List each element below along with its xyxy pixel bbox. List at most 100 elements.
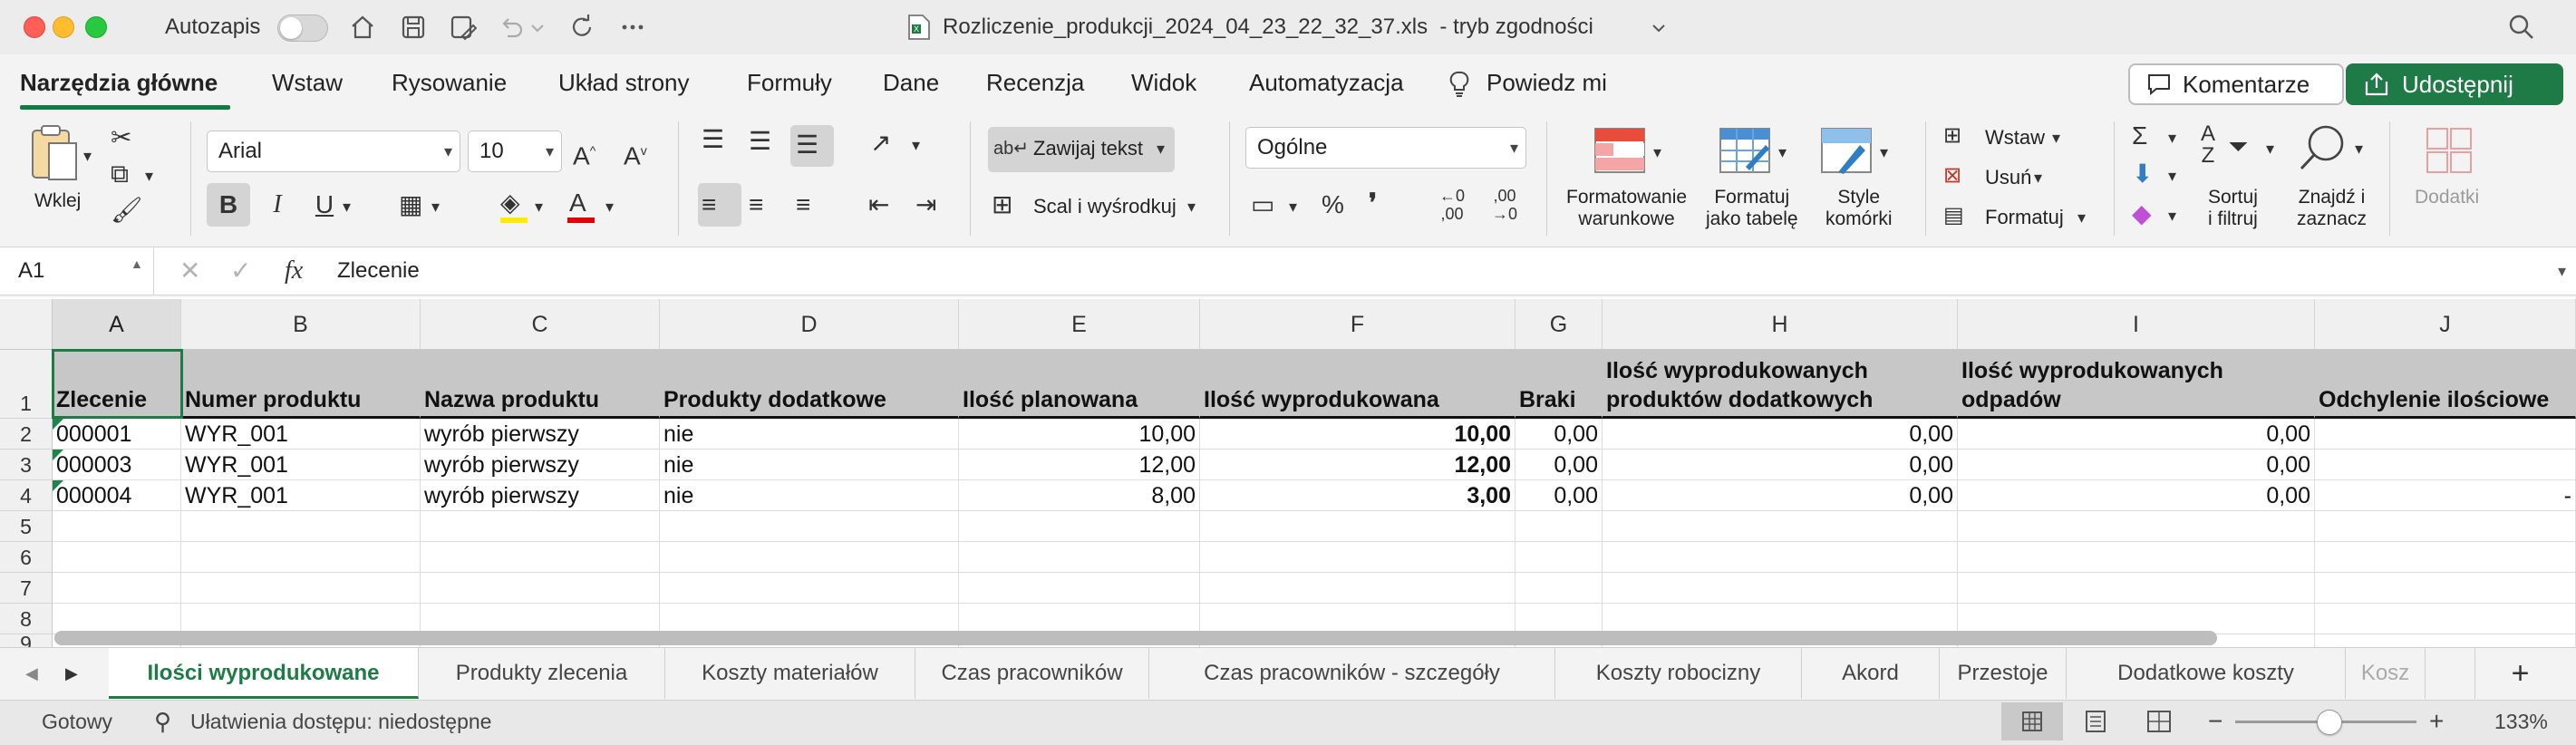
font-color-dropdown-icon[interactable]: ▾ [605, 190, 614, 223]
font-color-icon[interactable]: A [569, 187, 586, 219]
insert-cells-dropdown-icon[interactable]: ▾ [2052, 121, 2060, 154]
header-cell[interactable]: Nazwa produktu [421, 350, 660, 419]
delete-cells-label[interactable]: Usuń [1985, 167, 2031, 189]
align-left-icon[interactable]: ≡ [702, 189, 716, 221]
cancel-formula-icon[interactable]: ✕ [179, 247, 200, 295]
spreadsheet-grid[interactable]: A B C D E F G H I J 1 2 3 4 5 6 7 8 9 Zlecenie Numer produkt… [0, 297, 2576, 647]
clear-dropdown-icon[interactable]: ▾ [2168, 199, 2176, 232]
row-header-1[interactable]: 1 [0, 350, 53, 419]
table-cell[interactable]: 0,00 [1958, 450, 2315, 480]
tab-data[interactable]: Dane [883, 67, 939, 98]
empty-cell[interactable] [959, 542, 1200, 573]
empty-cell[interactable] [660, 511, 959, 542]
error-indicator-icon[interactable] [53, 480, 63, 491]
empty-cell[interactable] [1200, 573, 1516, 604]
header-cell[interactable]: Ilość planowana [959, 350, 1200, 419]
empty-cell[interactable] [660, 573, 959, 604]
table-cell[interactable]: 000003 [53, 450, 181, 480]
font-size-select[interactable]: 10 ▾ [468, 131, 562, 172]
format-painter-icon[interactable]: 🖌 [111, 194, 143, 227]
row-header-7[interactable]: 7 [0, 573, 53, 604]
empty-cell[interactable] [1603, 604, 1958, 634]
tab-automate[interactable]: Automatyzacja [1249, 67, 1404, 98]
empty-cell[interactable] [1603, 573, 1958, 604]
empty-cell[interactable] [181, 573, 421, 604]
number-format-select[interactable]: Ogólne ▾ [1245, 127, 1526, 169]
delete-cells-icon[interactable]: ⊠ [1943, 160, 1961, 192]
table-cell[interactable]: wyrób pierwszy [421, 480, 660, 511]
header-cell[interactable]: Ilość wyprodukowana [1200, 350, 1516, 419]
sheet-tab[interactable]: Ilości wyprodukowane [109, 648, 419, 699]
fill-dropdown-icon[interactable]: ▾ [2168, 160, 2176, 192]
borders-dropdown-icon[interactable]: ▾ [431, 190, 440, 223]
decrease-font-icon[interactable]: Av [624, 134, 647, 172]
table-cell[interactable] [2315, 419, 2576, 450]
table-cell[interactable]: 12,00 [1200, 450, 1516, 480]
column-header-d[interactable]: D [660, 299, 959, 350]
next-sheet-icon[interactable]: ▶ [65, 648, 78, 699]
row-header-2[interactable]: 2 [0, 419, 53, 450]
page-break-view-button[interactable] [2128, 702, 2190, 740]
empty-cell[interactable] [1603, 511, 1958, 542]
cut-icon[interactable]: ✂ [111, 121, 131, 154]
zoom-level[interactable]: 133% [2494, 701, 2548, 742]
redo-icon[interactable] [567, 13, 596, 42]
italic-icon[interactable]: I [259, 189, 295, 221]
font-name-select[interactable]: Arial ▾ [207, 131, 460, 172]
empty-cell[interactable] [2315, 604, 2576, 634]
merge-center-icon[interactable]: ⊞ [992, 189, 1012, 221]
accessibility-status[interactable]: Ułatwienia dostępu: niedostępne [190, 701, 491, 742]
table-cell[interactable]: wyrób pierwszy [421, 419, 660, 450]
tell-me-search[interactable]: Powiedz mi [1487, 67, 1607, 98]
tab-formulas[interactable]: Formuły [747, 67, 832, 98]
underline-dropdown-icon[interactable]: ▾ [343, 190, 351, 223]
more-icon[interactable] [618, 13, 647, 42]
delete-cells-dropdown-icon[interactable]: ▾ [2034, 161, 2042, 194]
cell-styles-dropdown-icon[interactable]: ▾ [1880, 136, 1888, 169]
formula-input[interactable]: Zlecenie [337, 247, 420, 295]
fill-icon[interactable]: ⬇ [2132, 158, 2153, 190]
empty-cell[interactable] [421, 573, 660, 604]
empty-cell[interactable] [1958, 542, 2315, 573]
empty-cell[interactable] [1958, 604, 2315, 634]
column-header-a[interactable]: A [53, 299, 181, 350]
header-cell[interactable]: Ilość wyprodukowanych produktów dodatkow… [1603, 350, 1958, 419]
empty-cell[interactable] [181, 511, 421, 542]
zoom-in-icon[interactable]: + [2429, 701, 2444, 742]
table-cell[interactable]: 0,00 [1516, 419, 1603, 450]
normal-view-button[interactable] [2001, 702, 2063, 740]
table-cell[interactable]: wyrób pierwszy [421, 450, 660, 480]
header-cell[interactable]: Zlecenie [53, 350, 181, 419]
copy-icon[interactable]: ⧉ [111, 158, 129, 190]
row-header-5[interactable]: 5 [0, 511, 53, 542]
accounting-format-icon[interactable]: ▭ [1251, 189, 1274, 221]
name-box[interactable]: A1 ▲▼ [0, 247, 154, 318]
expand-formula-bar-icon[interactable]: ▾ [2558, 247, 2566, 295]
fill-color-icon[interactable]: ◈ [500, 187, 520, 219]
empty-cell[interactable] [181, 542, 421, 573]
horizontal-scrollbar[interactable] [54, 631, 2217, 645]
share-button[interactable]: Udostępnij [2346, 63, 2563, 105]
paste-icon[interactable] [27, 123, 82, 183]
align-bottom-icon[interactable]: ☰ [796, 129, 818, 161]
conditional-formatting-icon[interactable] [1593, 127, 1646, 174]
title-dropdown-icon[interactable] [1650, 13, 1668, 42]
cell-styles-icon[interactable] [1820, 127, 1873, 174]
sheet-tab[interactable]: Koszty robocizny [1555, 648, 1802, 699]
table-cell[interactable]: nie [660, 480, 959, 511]
table-cell[interactable]: 8,00 [959, 480, 1200, 511]
empty-cell[interactable] [660, 542, 959, 573]
align-right-icon[interactable]: ≡ [796, 189, 810, 221]
autosave-toggle[interactable] [277, 15, 328, 42]
increase-indent-icon[interactable]: ⇥ [915, 189, 936, 221]
paste-dropdown-icon[interactable]: ▾ [83, 140, 92, 172]
orientation-icon[interactable]: ↗ [870, 127, 891, 160]
undo-dropdown-icon[interactable] [529, 13, 546, 42]
copy-dropdown-icon[interactable]: ▾ [145, 160, 153, 192]
save-icon[interactable] [399, 13, 428, 42]
filter-funnel-icon[interactable]: ⏷ [2228, 131, 2248, 163]
align-center-icon[interactable]: ≡ [749, 189, 763, 221]
table-cell[interactable]: 0,00 [1603, 419, 1958, 450]
column-header-c[interactable]: C [421, 299, 660, 350]
row-header-4[interactable]: 4 [0, 480, 53, 511]
